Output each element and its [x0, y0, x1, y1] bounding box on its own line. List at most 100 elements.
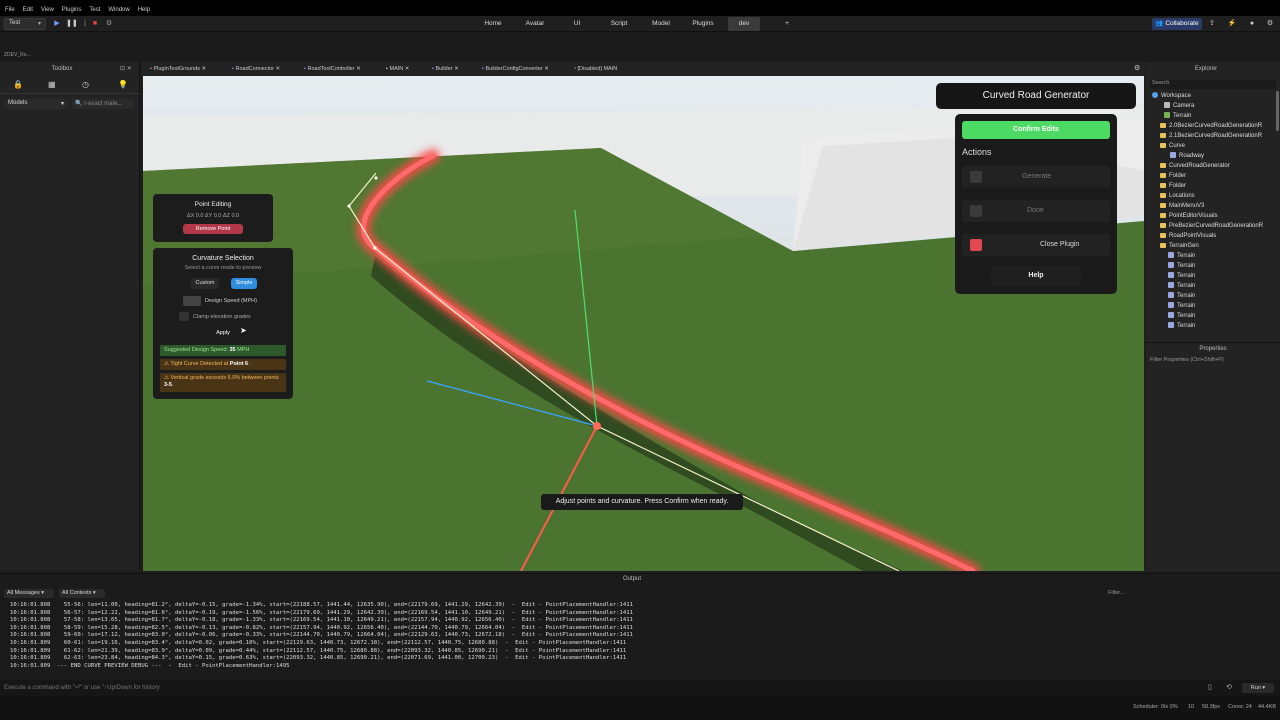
- stop-icon[interactable]: ■: [90, 18, 100, 30]
- tree-item-terrain[interactable]: Terrain: [1168, 251, 1195, 261]
- tab-label: PluginTestGrounds: [153, 66, 200, 72]
- tree-item-folder[interactable]: Folder: [1160, 171, 1186, 181]
- share-icon[interactable]: ⇪: [1206, 18, 1218, 30]
- confirm-edits-button[interactable]: Confirm Edits: [962, 121, 1110, 139]
- apply-button[interactable]: Apply: [211, 328, 235, 338]
- suggested-speed-badge: Suggested Design Speed: 35 MPH: [160, 345, 286, 356]
- notification-icon[interactable]: ●: [1246, 18, 1258, 30]
- tree-label: Roadway: [1179, 153, 1205, 159]
- add-tab-button[interactable]: +: [780, 17, 794, 31]
- close-icon[interactable]: ✕: [405, 66, 410, 72]
- explorer-scrollbar[interactable]: [1276, 91, 1279, 131]
- tree-item-folder[interactable]: MainMenuV3: [1160, 201, 1204, 211]
- tree-item-folder[interactable]: PointEditorVisuals: [1160, 211, 1218, 221]
- simple-mode-button[interactable]: Simple: [231, 278, 257, 289]
- remove-point-button[interactable]: Remove Point: [183, 224, 243, 234]
- explorer-search-input[interactable]: Search: [1150, 80, 1276, 89]
- contexts-filter-select[interactable]: All Contexts ▾: [59, 589, 105, 598]
- tree-item-folder[interactable]: RoadPointVisuals: [1160, 231, 1216, 241]
- tree-item-terrain[interactable]: Terrain: [1164, 111, 1191, 121]
- tree-item-terrain[interactable]: Terrain: [1168, 291, 1195, 301]
- command-bar[interactable]: Execute a command with "⏎" or use "↑Up/D…: [0, 680, 1280, 696]
- output-filter-input[interactable]: Filter...: [1108, 589, 1248, 598]
- tree-item-curve[interactable]: Curve: [1160, 141, 1185, 151]
- play-icon[interactable]: ▶: [52, 18, 62, 30]
- properties-filter-input[interactable]: Filter Properties (Ctrl+Shift+P): [1150, 357, 1224, 363]
- tree-item-camera[interactable]: Camera: [1164, 101, 1194, 111]
- tab-home[interactable]: Home: [478, 17, 508, 31]
- done-button[interactable]: Done: [962, 200, 1110, 222]
- inventory-icon[interactable]: 🔒: [13, 80, 23, 89]
- pulse-icon[interactable]: ⚡: [1226, 18, 1238, 30]
- tab-label: RoadConnector: [235, 66, 275, 72]
- toolbox-search-input[interactable]: 🔍 r-exact mate...: [72, 99, 134, 109]
- tree-item-terrain[interactable]: Terrain: [1168, 321, 1195, 331]
- tab-dev[interactable]: dev: [728, 17, 760, 31]
- tab-ui[interactable]: UI: [566, 17, 588, 31]
- clock-icon[interactable]: ◷: [82, 80, 89, 89]
- command-placeholder: Execute a command with "⏎" or use "↑Up/D…: [4, 685, 160, 691]
- design-speed-input[interactable]: [183, 296, 201, 306]
- tree-item-terrain[interactable]: Terrain: [1168, 281, 1195, 291]
- camera-icon: [1164, 102, 1170, 109]
- generate-button[interactable]: Generate: [962, 166, 1110, 188]
- gear-icon[interactable]: ⚙: [1134, 64, 1140, 72]
- custom-mode-button[interactable]: Custom: [191, 278, 219, 289]
- close-icon[interactable]: ✕: [356, 66, 361, 72]
- tree-item-folder[interactable]: 2.0BezierCurvedRoadGenerationR: [1160, 121, 1262, 131]
- tree-item-terrain[interactable]: Terrain: [1168, 271, 1195, 281]
- bulb-icon[interactable]: 💡: [118, 80, 128, 89]
- settings-icon[interactable]: ⚙: [1264, 18, 1276, 30]
- close-icon[interactable]: ✕: [276, 66, 281, 72]
- history-icon[interactable]: ⟲: [1226, 683, 1232, 691]
- bookmark-icon[interactable]: ▯: [1208, 683, 1212, 691]
- tree-item-terrain[interactable]: Terrain: [1168, 261, 1195, 271]
- settings-small-icon[interactable]: ⚙: [104, 18, 114, 30]
- script-icon: ▫: [574, 66, 576, 72]
- tab-roadtoolcontroller[interactable]: ▪ RoadToolController ✕: [300, 64, 380, 75]
- tab-disabled-main[interactable]: ▫ [Disabled] MAIN: [570, 64, 634, 75]
- tree-item-workspace[interactable]: Workspace: [1152, 91, 1191, 101]
- run-button[interactable]: Run ▾: [1242, 683, 1274, 693]
- tab-roadconnector[interactable]: ▪ RoadConnector ✕: [228, 64, 296, 75]
- pause-icon[interactable]: ❚❚: [66, 18, 78, 30]
- 3d-viewport[interactable]: Point Editing ΔX 0.0 ΔY 0.0 ΔZ 0.0 Remov…: [143, 76, 1144, 571]
- game-mode-select[interactable]: Test ▾: [4, 18, 46, 30]
- tab-main[interactable]: ▪ MAIN ✕: [382, 64, 422, 75]
- tree-item-terrain[interactable]: Terrain: [1168, 311, 1195, 321]
- tree-item-folder[interactable]: 2.1BezierCurvedRoadGenerationR: [1160, 131, 1262, 141]
- help-button[interactable]: Help: [991, 266, 1081, 286]
- tab-builderconfigconverter[interactable]: ▪ BuilderConfigConverter ✕: [478, 64, 562, 75]
- done-label: Done: [1027, 207, 1044, 214]
- point-editing-title: Point Editing: [194, 201, 232, 208]
- tree-item-folder[interactable]: TerrainGen: [1160, 241, 1199, 251]
- collaborate-button[interactable]: 👥 Collaborate: [1152, 18, 1202, 30]
- close-icon[interactable]: ✕: [544, 66, 549, 72]
- tab-plugins[interactable]: Plugins: [688, 17, 718, 31]
- tab-builder[interactable]: ▪ Builder ✕: [428, 64, 476, 75]
- panel-menu-icon[interactable]: ⊡ ✕: [120, 65, 132, 72]
- messages-filter-select[interactable]: All Messages ▾: [4, 589, 54, 598]
- tree-item-roadway[interactable]: Roadway: [1170, 151, 1204, 161]
- close-icon[interactable]: ✕: [202, 66, 207, 72]
- tree-item-folder[interactable]: CurvedRoadGenerator: [1160, 161, 1230, 171]
- tree-item-folder[interactable]: Folder: [1160, 181, 1186, 191]
- tab-model[interactable]: Model: [646, 17, 676, 31]
- close-icon[interactable]: ✕: [454, 66, 459, 72]
- toolbox-search-placeholder: r-exact mate...: [84, 101, 123, 107]
- close-plugin-button[interactable]: Close Plugin: [962, 234, 1110, 256]
- log-line: 10:16:01.808 59-60: len=17.12, heading=8…: [10, 632, 634, 639]
- grade-points: 3-5: [164, 382, 172, 388]
- tree-item-terrain[interactable]: Terrain: [1168, 301, 1195, 311]
- grid-icon[interactable]: ▦: [48, 80, 56, 89]
- tab-script[interactable]: Script: [604, 17, 634, 31]
- tab-plugintestgrounds[interactable]: ▪ PluginTestGrounds ✕: [146, 64, 226, 75]
- clamp-checkbox[interactable]: [179, 312, 189, 321]
- tree-item-folder[interactable]: Locations: [1160, 191, 1195, 201]
- tab-avatar[interactable]: Avatar: [520, 17, 550, 31]
- tree-item-folder[interactable]: PreBezierCurvedRoadGenerationR: [1160, 221, 1263, 231]
- tight-suffix: .: [248, 361, 250, 367]
- log-line: 10:16:01.809 61-62: len=21.39, heading=8…: [10, 647, 627, 654]
- category-select[interactable]: Models ▾: [5, 99, 67, 109]
- toolbox-panel: Toolbox ⊡ ✕ 🔒 ▦ ◷ 💡 Models ▾ 🔍 r-exact ma…: [0, 62, 140, 570]
